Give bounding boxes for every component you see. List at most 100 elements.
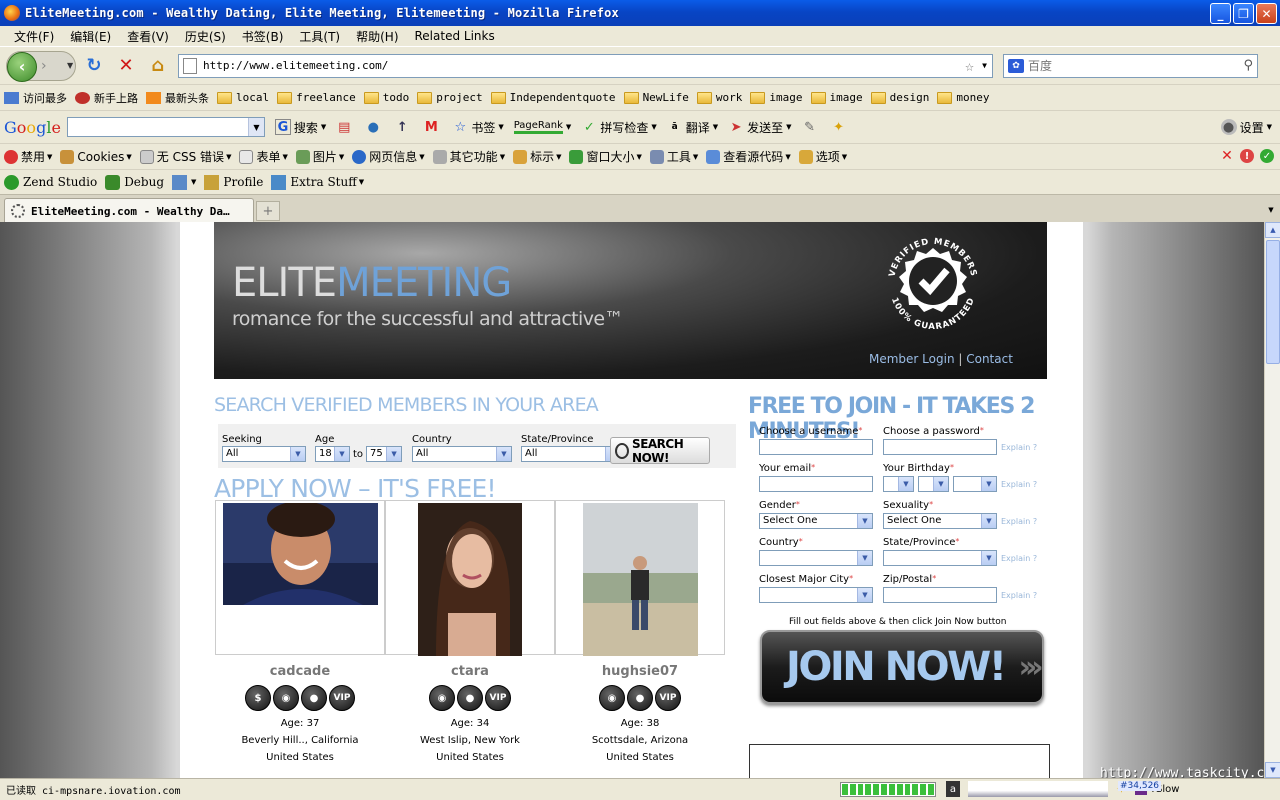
- warning-icon[interactable]: !: [1240, 149, 1254, 163]
- menu-view[interactable]: 查看(V): [119, 28, 177, 45]
- debug-button[interactable]: Debug: [105, 174, 164, 190]
- debug-screen-button[interactable]: ▼: [172, 174, 196, 190]
- tab-elitemeeting[interactable]: EliteMeeting.com - Wealthy Da…: [4, 198, 254, 223]
- bookmark-folder-independentquote[interactable]: Independentquote: [490, 91, 616, 104]
- wd-options[interactable]: 选项 ▼: [798, 148, 847, 165]
- birthday-year-select[interactable]: ▼: [953, 476, 997, 492]
- state-select[interactable]: All▼: [521, 446, 621, 462]
- spellcheck-button[interactable]: ✓ 拼写检查 ▼: [581, 119, 657, 136]
- member-photo[interactable]: [582, 503, 698, 656]
- google-search-input[interactable]: ▼: [66, 117, 265, 137]
- member-photo[interactable]: [418, 503, 522, 656]
- member-name[interactable]: cadcade: [215, 664, 385, 679]
- history-dropdown-icon[interactable]: ▼: [67, 61, 73, 70]
- join-country-select[interactable]: ▼: [759, 550, 873, 566]
- bookmark-folder-work[interactable]: work: [696, 91, 742, 104]
- menu-file[interactable]: 文件(F): [6, 28, 62, 45]
- wd-tools[interactable]: 工具 ▼: [649, 148, 698, 165]
- toolbar-gmail-icon[interactable]: M: [423, 119, 442, 135]
- reload-icon[interactable]: ↻: [80, 52, 108, 80]
- birthday-month-select[interactable]: ▼: [883, 476, 914, 492]
- menu-edit[interactable]: 编辑(E): [62, 28, 119, 45]
- password-input[interactable]: [883, 439, 997, 455]
- search-engine-icon[interactable]: ✿: [1008, 58, 1024, 73]
- username-input[interactable]: [759, 439, 873, 455]
- member-login-link[interactable]: Member Login: [869, 352, 955, 366]
- bookmark-folder-freelance[interactable]: freelance: [277, 91, 356, 104]
- home-icon[interactable]: ⌂: [144, 52, 172, 80]
- back-button[interactable]: ‹: [7, 51, 37, 82]
- toolbar-news-icon[interactable]: ▤: [336, 119, 355, 135]
- error-x-icon[interactable]: ✕: [1220, 148, 1234, 164]
- contact-link[interactable]: Contact: [966, 352, 1013, 366]
- wd-forms[interactable]: 表单 ▼: [239, 148, 288, 165]
- city-select[interactable]: ▼: [759, 587, 873, 603]
- google-logo[interactable]: Google: [4, 118, 61, 137]
- menu-related-links[interactable]: Related Links: [407, 29, 503, 43]
- member-photo[interactable]: [222, 503, 378, 605]
- gender-select[interactable]: Select One ▼: [759, 513, 873, 529]
- password-explain-link[interactable]: Explain ?: [1001, 443, 1037, 452]
- member-name[interactable]: hughsie07: [555, 664, 725, 679]
- highlight-button[interactable]: ✦: [831, 119, 850, 135]
- age-from-select[interactable]: 18 ▼: [315, 446, 350, 462]
- bookmark-star-icon[interactable]: ☆: [965, 57, 974, 75]
- member-card[interactable]: [215, 500, 385, 655]
- translate-button[interactable]: ā 翻译 ▼: [667, 119, 718, 136]
- url-bar[interactable]: http://www.elitemeeting.com/ ☆ ▼: [178, 53, 993, 78]
- new-tab-button[interactable]: +: [256, 201, 280, 221]
- bookmark-latest-headlines[interactable]: 最新头条: [146, 90, 209, 106]
- wd-resize[interactable]: 窗口大小 ▼: [569, 148, 642, 165]
- wd-view-source[interactable]: 查看源代码 ▼: [706, 148, 791, 165]
- join-now-button[interactable]: JOIN NOW! ›››: [760, 630, 1044, 704]
- birthday-explain-link[interactable]: Explain ?: [1001, 480, 1037, 489]
- google-settings-button[interactable]: ● 设置 ▼: [1220, 119, 1272, 136]
- email-input[interactable]: [759, 476, 873, 492]
- menu-help[interactable]: 帮助(H): [348, 28, 406, 45]
- member-card[interactable]: [555, 500, 725, 656]
- addon-status-icon[interactable]: a: [946, 781, 960, 797]
- wd-cookies[interactable]: Cookies ▼: [60, 149, 132, 164]
- tab-list-dropdown-icon[interactable]: ▼: [1264, 201, 1278, 219]
- profile-button[interactable]: Profile: [204, 174, 263, 190]
- pen-tool-button[interactable]: ✎: [802, 119, 821, 135]
- sexuality-select[interactable]: Select One ▼: [883, 513, 997, 529]
- wd-css[interactable]: 无 CSS 错误 ▼: [139, 148, 231, 165]
- state-explain-link[interactable]: Explain ?: [1001, 554, 1037, 563]
- minimize-button[interactable]: _: [1210, 3, 1231, 24]
- toolbar-up-icon[interactable]: ↑: [394, 119, 413, 135]
- bookmark-folder-local[interactable]: local: [217, 91, 269, 104]
- extra-stuff-button[interactable]: Extra Stuff ▼: [271, 174, 364, 190]
- zip-explain-link[interactable]: Explain ?: [1001, 591, 1037, 600]
- bookmark-folder-project[interactable]: project: [417, 91, 483, 104]
- birthday-day-select[interactable]: ▼: [918, 476, 949, 492]
- wd-images[interactable]: 图片 ▼: [295, 148, 344, 165]
- menu-tools[interactable]: 工具(T): [291, 28, 348, 45]
- seeking-select[interactable]: All ▼: [222, 446, 306, 462]
- close-button[interactable]: ✕: [1256, 3, 1277, 24]
- zend-studio-button[interactable]: Zend Studio: [4, 174, 97, 190]
- wd-misc[interactable]: 其它功能 ▼: [432, 148, 505, 165]
- bookmark-folder-design[interactable]: design: [870, 91, 929, 104]
- menu-bookmarks[interactable]: 书签(B): [234, 28, 292, 45]
- forward-button[interactable]: ›: [41, 58, 47, 74]
- zip-input[interactable]: [883, 587, 997, 603]
- maximize-button[interactable]: ❐: [1233, 3, 1254, 24]
- scroll-thumb[interactable]: [1266, 240, 1280, 364]
- bookmark-folder-todo[interactable]: todo: [363, 91, 409, 104]
- stop-icon[interactable]: ✕: [112, 52, 140, 80]
- bookmark-folder-newlife[interactable]: NewLife: [623, 91, 689, 104]
- bookmark-folder-money[interactable]: money: [937, 91, 990, 104]
- google-bookmarks-button[interactable]: ☆ 书签 ▼: [452, 119, 503, 136]
- sendto-button[interactable]: ➤ 发送至 ▼: [728, 119, 792, 136]
- bookmark-getting-started[interactable]: 新手上路: [75, 90, 138, 106]
- vertical-scrollbar[interactable]: ▲ ▼: [1264, 222, 1280, 778]
- bookmark-most-visited[interactable]: 访问最多: [4, 90, 67, 106]
- bookmark-folder-image-2[interactable]: image: [810, 91, 863, 104]
- member-name[interactable]: ctara: [385, 664, 555, 679]
- url-dropdown-icon[interactable]: ▼: [982, 61, 987, 70]
- country-select[interactable]: All ▼: [412, 446, 512, 462]
- menu-history[interactable]: 历史(S): [177, 28, 234, 45]
- pagerank-indicator[interactable]: PageRank ▼: [513, 120, 571, 134]
- wd-information[interactable]: 网页信息 ▼: [352, 148, 425, 165]
